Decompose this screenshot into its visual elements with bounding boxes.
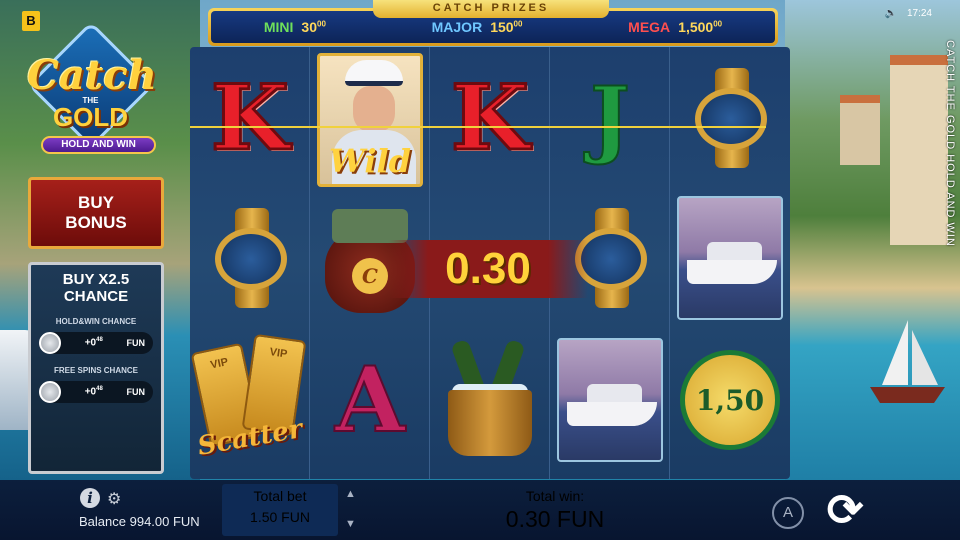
balance-value: 994.00 FUN xyxy=(129,514,200,529)
jackpot-mini-label: MINI xyxy=(263,19,294,35)
free-spins-chance-toggle[interactable]: +048 FUN xyxy=(39,381,153,403)
autoplay-button[interactable]: A xyxy=(772,497,804,529)
watch-symbol-icon xyxy=(205,208,295,308)
coin-symbol: 1,50 xyxy=(680,350,780,450)
side-game-title: CATCH THE GOLD HOLD AND WIN xyxy=(944,40,956,247)
sailboat-image xyxy=(870,320,945,403)
logo-hold-and-win: HOLD AND WIN xyxy=(41,136,156,154)
total-win-label: Total win: xyxy=(525,488,585,504)
champagne-bucket-symbol-icon xyxy=(440,338,540,460)
hold-win-chance-value: +048 xyxy=(84,337,103,349)
hold-win-chance-label: HOLD&WIN CHANCE xyxy=(55,317,137,326)
buy-bonus-line2: BONUS xyxy=(65,213,127,232)
gear-icon[interactable]: ⚙ xyxy=(107,489,121,509)
total-bet-label: Total bet xyxy=(253,488,307,504)
reel-column-5: 1,50 xyxy=(670,47,790,479)
reel-cell xyxy=(670,189,790,327)
wild-captain-symbol: Wild xyxy=(317,53,423,187)
hold-win-chance-toggle[interactable]: +048 FUN xyxy=(39,332,153,354)
reel-cell: A xyxy=(310,331,430,469)
balance-label: Balance xyxy=(79,514,126,529)
background-right-scenery xyxy=(785,0,960,480)
free-spins-chance-label: FREE SPINS CHANCE xyxy=(53,366,138,375)
spin-button[interactable]: ⟳ xyxy=(818,485,872,537)
total-bet-box: Total bet 1.50 FUN xyxy=(222,484,338,536)
symbol-j: J xyxy=(589,68,631,167)
bet-decrease-arrow-icon[interactable]: ▼ xyxy=(345,518,356,530)
buy-bonus-button[interactable]: BUY BONUS xyxy=(28,177,164,249)
buy-chance-panel: BUY X2.5 CHANCE HOLD&WIN CHANCE +048 FUN… xyxy=(28,262,164,474)
scatter-symbol: VIP VIP Scatter xyxy=(190,331,310,469)
clock-time: 17:24 xyxy=(906,8,932,19)
info-icon[interactable]: i xyxy=(80,488,100,508)
reel-cell: K xyxy=(430,49,550,187)
yacht-symbol-icon xyxy=(677,196,783,320)
yacht-symbol-icon xyxy=(557,338,663,462)
total-win-value: 0.30 FUN xyxy=(505,506,605,532)
balance-display: Balance 994.00 FUN xyxy=(79,514,200,529)
game-logo: Catch THE GOLD HOLD AND WIN xyxy=(8,21,173,162)
total-win-display: Total win: 0.30 FUN xyxy=(470,488,640,533)
jackpot-title: CATCH PRIZES xyxy=(373,0,609,18)
reel-cell: Wild xyxy=(310,51,430,189)
jackpot-mini: MINI 3000 xyxy=(264,19,326,35)
reel-cell: VIP VIP Scatter xyxy=(190,331,310,469)
buy-bonus-line1: BUY xyxy=(78,193,114,212)
reel-cell xyxy=(190,189,310,327)
villa-image xyxy=(840,95,880,165)
wild-text: Wild xyxy=(328,142,412,180)
reel-cell: J xyxy=(550,49,670,187)
jackpot-mini-value: 3000 xyxy=(301,19,326,35)
win-amount-banner: 0.30 xyxy=(388,240,588,298)
reel-cell xyxy=(550,331,670,469)
symbol-k: K xyxy=(449,65,530,171)
reel-cell: K xyxy=(190,49,310,187)
reel-cell xyxy=(430,331,550,469)
speaker-icon[interactable]: 🔈 xyxy=(885,8,897,19)
logo-gold-text: GOLD xyxy=(52,102,129,132)
jackpot-mega-label: MEGA xyxy=(628,19,671,35)
free-spins-chance-currency: FUN xyxy=(126,387,146,397)
jackpot-mega-value: 1,50000 xyxy=(678,19,723,35)
jackpot-mega: MEGA 1,50000 xyxy=(628,19,722,35)
logo-catch-text: Catch xyxy=(27,52,157,99)
winning-payline xyxy=(190,126,766,128)
reel-cell: 1,50 xyxy=(670,331,790,469)
status-area: 🔈 17:24 xyxy=(885,8,932,19)
bet-increase-arrow-icon[interactable]: ▲ xyxy=(345,488,356,500)
jackpot-major: MAJOR 15000 xyxy=(432,19,523,35)
jackpot-major-label: MAJOR xyxy=(431,19,483,35)
symbol-k: K xyxy=(209,65,290,171)
free-spins-chance-value: +048 xyxy=(84,386,103,398)
chance-title: BUY X2.5 CHANCE xyxy=(62,271,130,305)
symbol-a: A xyxy=(334,347,406,453)
reel-cell xyxy=(670,49,790,187)
watch-symbol-icon xyxy=(685,68,775,168)
brand-badge: B xyxy=(22,11,40,31)
total-bet-value: 1.50 FUN xyxy=(250,509,310,525)
villa-image xyxy=(890,55,948,245)
reel-column-1: K VIP VIP Scatter xyxy=(190,47,310,479)
spin-arrows-icon: ⟳ xyxy=(826,486,864,535)
jackpot-major-value: 15000 xyxy=(490,19,523,35)
toggle-knob-icon[interactable] xyxy=(39,332,61,354)
hold-win-chance-currency: FUN xyxy=(126,338,146,348)
toggle-knob-icon[interactable] xyxy=(39,381,61,403)
